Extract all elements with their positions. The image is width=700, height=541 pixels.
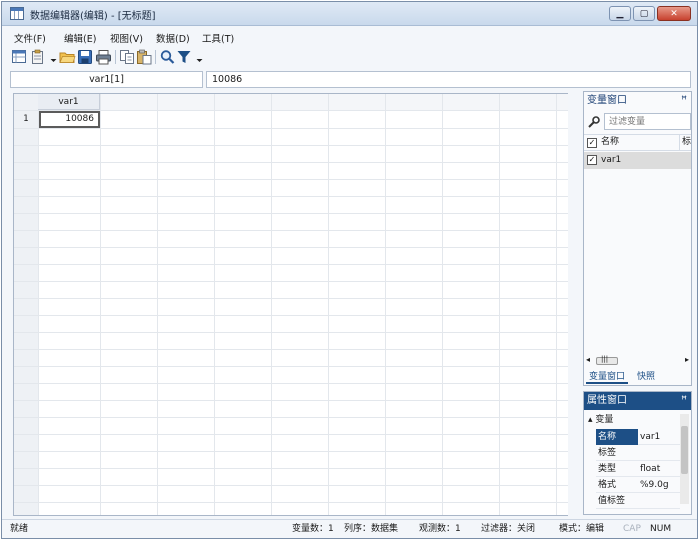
- column-header-var1[interactable]: var1: [38, 94, 100, 110]
- menu-view[interactable]: 视图(V): [110, 31, 143, 45]
- close-icon: ✕: [670, 9, 678, 19]
- paste-icon[interactable]: [136, 49, 153, 65]
- variables-hscrollbar[interactable]: ◂ ||| ▸: [584, 355, 691, 367]
- status-num: NUM: [650, 524, 672, 534]
- title-bar[interactable]: 数据编辑器(编辑) - [无标题] ▁ ▢ ✕: [2, 2, 697, 26]
- column-label-header[interactable]: 标: [679, 135, 691, 150]
- select-all-checkbox[interactable]: ✓: [587, 138, 597, 148]
- status-mode: 模式：编辑: [559, 524, 605, 534]
- scroll-thumb[interactable]: |||: [596, 355, 618, 365]
- grid-lines: [14, 94, 577, 515]
- toolbar-separator: [155, 50, 156, 64]
- data-grid[interactable]: var1 1 10086: [13, 93, 578, 516]
- status-filter: 过滤器：关闭: [481, 524, 536, 534]
- menu-edit[interactable]: 编辑(E): [64, 31, 96, 45]
- variable-row[interactable]: ✓ var1: [584, 152, 691, 169]
- cell-reference-field[interactable]: var1[1]: [10, 71, 203, 88]
- property-key: 名称: [596, 429, 638, 445]
- property-row[interactable]: 标签: [596, 445, 680, 461]
- maximize-icon: ▢: [639, 9, 649, 19]
- minimize-button[interactable]: ▁: [609, 6, 631, 21]
- tab-variables[interactable]: 变量窗口: [586, 370, 629, 384]
- row-number[interactable]: 1: [14, 111, 38, 128]
- scroll-left-icon[interactable]: ◂: [586, 355, 590, 364]
- window-title: 数据编辑器(编辑) - [无标题]: [30, 11, 156, 22]
- grid-splitter[interactable]: [568, 93, 580, 516]
- variable-checkbox[interactable]: ✓: [587, 155, 597, 165]
- status-obs: 观测数：1: [419, 524, 461, 534]
- properties-scrollbar[interactable]: [680, 414, 689, 504]
- property-key: 标签: [598, 448, 617, 458]
- chevron-down-icon[interactable]: [45, 49, 57, 65]
- status-cap: CAP: [623, 524, 641, 534]
- pin-icon[interactable]: ꟸ: [681, 92, 687, 110]
- property-value[interactable]: %9.0g: [640, 477, 669, 493]
- filter-row: [586, 113, 691, 130]
- properties-group-variable[interactable]: ▴ 变量: [588, 413, 613, 427]
- properties-panel: 属性窗口 ꟸ ▴ 变量 名称 var1 标签 类型 float 格式 %9.0g…: [583, 391, 692, 515]
- open-folder-icon[interactable]: [59, 49, 76, 65]
- variables-panel-title-text: 变量窗口: [587, 95, 627, 106]
- status-bar: 就绪 变量数：1 列序：数据集 观测数：1 过滤器：关闭 模式：编辑 CAP N…: [2, 519, 697, 538]
- copy-icon[interactable]: [119, 49, 136, 65]
- scroll-thumb[interactable]: [681, 426, 688, 474]
- variables-panel: 变量窗口 ꟸ ✓ 名称 标 ✓ var1 ◂ ||| ▸ 变量窗口 快照: [583, 91, 692, 386]
- menu-bar: 文件(F) 编辑(E) 视图(V) 数据(D) 工具(T): [2, 27, 697, 46]
- scroll-right-icon[interactable]: ▸: [685, 355, 689, 364]
- properties-panel-title: 属性窗口 ꟸ: [584, 392, 691, 410]
- selected-cell[interactable]: 10086: [39, 111, 100, 128]
- toolbar-separator: [115, 50, 116, 64]
- window-controls: ▁ ▢ ✕: [609, 6, 691, 21]
- property-row[interactable]: 格式 %9.0g: [596, 477, 680, 493]
- properties-panel-title-text: 属性窗口: [587, 395, 627, 406]
- status-order: 列序：数据集: [344, 524, 399, 534]
- property-key: 格式: [598, 480, 617, 490]
- data-editor-app-icon: [10, 7, 24, 20]
- property-value[interactable]: float: [640, 461, 660, 477]
- tab-snapshot[interactable]: 快照: [634, 370, 658, 384]
- scroll-grip: |||: [601, 355, 609, 363]
- data-editor-window: 数据编辑器(编辑) - [无标题] ▁ ▢ ✕ 文件(F) 编辑(E) 视图(V…: [1, 1, 698, 539]
- print-icon[interactable]: [95, 49, 112, 65]
- menu-tools[interactable]: 工具(T): [202, 31, 234, 45]
- property-row[interactable]: 值标签: [596, 493, 680, 509]
- variables-panel-title: 变量窗口 ꟸ: [584, 92, 691, 110]
- status-var-count: 变量数：1: [292, 524, 334, 534]
- column-name-header[interactable]: 名称: [601, 135, 619, 150]
- filter-variables-input[interactable]: [604, 113, 691, 130]
- menu-file[interactable]: 文件(F): [14, 31, 46, 45]
- pin-icon[interactable]: ꟸ: [681, 392, 687, 410]
- save-icon[interactable]: [77, 49, 94, 65]
- property-key: 类型: [598, 464, 617, 474]
- maximize-button[interactable]: ▢: [633, 6, 655, 21]
- minimize-icon: ▁: [616, 9, 624, 19]
- variable-name: var1: [601, 155, 622, 165]
- cell-value-input[interactable]: 10086: [206, 71, 691, 88]
- property-row[interactable]: 名称 var1: [596, 429, 680, 445]
- status-ready: 就绪: [10, 524, 29, 534]
- data-editor-icon[interactable]: [11, 49, 28, 65]
- property-value[interactable]: var1: [640, 429, 660, 445]
- panel-tabs: 变量窗口 快照: [584, 370, 691, 385]
- wrench-icon[interactable]: [587, 115, 601, 129]
- menu-data[interactable]: 数据(D): [156, 31, 190, 45]
- find-icon[interactable]: [159, 49, 176, 65]
- property-key: 值标签: [598, 496, 626, 506]
- property-row[interactable]: 类型 float: [596, 461, 680, 477]
- chevron-down-icon[interactable]: [191, 49, 203, 65]
- variables-list-header: ✓ 名称 标: [584, 134, 691, 151]
- toolbar: [2, 46, 697, 68]
- close-button[interactable]: ✕: [657, 6, 691, 21]
